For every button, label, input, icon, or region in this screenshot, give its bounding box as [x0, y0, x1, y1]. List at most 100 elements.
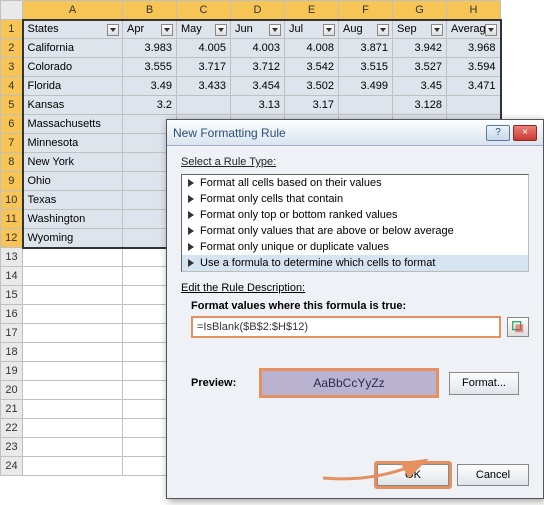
row-header[interactable]: 10 [1, 191, 23, 210]
filter-dropdown-icon[interactable] [377, 24, 389, 36]
col-header[interactable]: F [339, 1, 393, 20]
field-header[interactable]: Apr [123, 20, 177, 39]
rule-type-item[interactable]: Format only top or bottom ranked values [182, 207, 528, 223]
row-header[interactable]: 20 [1, 381, 23, 400]
data-cell[interactable]: 3.433 [177, 77, 231, 96]
data-cell[interactable]: 3.542 [285, 58, 339, 77]
empty-cell[interactable] [23, 438, 123, 457]
help-button[interactable]: ? [486, 125, 510, 141]
data-cell[interactable]: 3.17 [285, 96, 339, 115]
dialog-titlebar[interactable]: New Formatting Rule ? × [167, 120, 543, 146]
row-header[interactable]: 4 [1, 77, 23, 96]
row-header[interactable]: 15 [1, 286, 23, 305]
field-header[interactable]: Sep [393, 20, 447, 39]
empty-cell[interactable] [23, 324, 123, 343]
empty-cell[interactable] [23, 305, 123, 324]
data-cell[interactable]: 3.968 [447, 39, 501, 58]
state-cell[interactable]: California [23, 39, 123, 58]
row-header[interactable]: 14 [1, 267, 23, 286]
row-header[interactable]: 8 [1, 153, 23, 172]
field-header[interactable]: States [23, 20, 123, 39]
col-header[interactable]: H [447, 1, 501, 20]
state-cell[interactable]: Florida [23, 77, 123, 96]
data-cell[interactable]: 3.2 [123, 96, 177, 115]
range-picker-button[interactable] [507, 317, 529, 337]
rule-type-list[interactable]: Format all cells based on their valuesFo… [181, 174, 529, 272]
field-header[interactable]: Jun [231, 20, 285, 39]
row-header[interactable]: 22 [1, 419, 23, 438]
state-cell[interactable]: New York [23, 153, 123, 172]
data-cell[interactable] [339, 96, 393, 115]
filter-dropdown-icon[interactable] [323, 24, 335, 36]
row-header[interactable]: 6 [1, 115, 23, 134]
row-header[interactable]: 18 [1, 343, 23, 362]
row-header[interactable]: 16 [1, 305, 23, 324]
state-cell[interactable]: Wyoming [23, 229, 123, 248]
row-header[interactable]: 9 [1, 172, 23, 191]
col-header[interactable] [1, 1, 23, 20]
row-header[interactable]: 17 [1, 324, 23, 343]
formula-input[interactable] [191, 316, 501, 338]
col-header[interactable]: B [123, 1, 177, 20]
data-cell[interactable]: 3.594 [447, 58, 501, 77]
close-button[interactable]: × [513, 125, 537, 141]
row-header[interactable]: 23 [1, 438, 23, 457]
state-cell[interactable]: Texas [23, 191, 123, 210]
data-cell[interactable]: 3.515 [339, 58, 393, 77]
state-cell[interactable]: Minnesota [23, 134, 123, 153]
field-header[interactable]: Averag [447, 20, 501, 39]
field-header[interactable]: Aug [339, 20, 393, 39]
row-header[interactable]: 5 [1, 96, 23, 115]
empty-cell[interactable] [23, 286, 123, 305]
filter-dropdown-icon[interactable] [485, 24, 497, 36]
data-cell[interactable]: 3.471 [447, 77, 501, 96]
data-cell[interactable]: 3.49 [123, 77, 177, 96]
data-cell[interactable]: 3.712 [231, 58, 285, 77]
empty-cell[interactable] [23, 457, 123, 476]
ok-button[interactable]: OK [377, 464, 449, 486]
field-header[interactable]: Jul [285, 20, 339, 39]
filter-dropdown-icon[interactable] [215, 24, 227, 36]
row-header[interactable]: 19 [1, 362, 23, 381]
data-cell[interactable]: 3.717 [177, 58, 231, 77]
state-cell[interactable]: Massachusetts [23, 115, 123, 134]
row-header[interactable]: 1 [1, 20, 23, 39]
data-cell[interactable]: 3.983 [123, 39, 177, 58]
rule-type-item[interactable]: Format only cells that contain [182, 191, 528, 207]
row-header[interactable]: 24 [1, 457, 23, 476]
data-cell[interactable]: 3.45 [393, 77, 447, 96]
data-cell[interactable]: 3.454 [231, 77, 285, 96]
data-cell[interactable]: 4.005 [177, 39, 231, 58]
row-header[interactable]: 13 [1, 248, 23, 267]
filter-dropdown-icon[interactable] [431, 24, 443, 36]
empty-cell[interactable] [23, 400, 123, 419]
row-header[interactable]: 2 [1, 39, 23, 58]
empty-cell[interactable] [23, 362, 123, 381]
data-cell[interactable]: 3.555 [123, 58, 177, 77]
rule-type-item[interactable]: Format only unique or duplicate values [182, 239, 528, 255]
row-header[interactable]: 7 [1, 134, 23, 153]
row-header[interactable]: 12 [1, 229, 23, 248]
data-cell[interactable]: 4.008 [285, 39, 339, 58]
rule-type-item[interactable]: Format all cells based on their values [182, 175, 528, 191]
empty-cell[interactable] [23, 343, 123, 362]
filter-dropdown-icon[interactable] [161, 24, 173, 36]
row-header[interactable]: 3 [1, 58, 23, 77]
filter-dropdown-icon[interactable] [107, 24, 119, 36]
state-cell[interactable]: Washington [23, 210, 123, 229]
filter-dropdown-icon[interactable] [269, 24, 281, 36]
col-header[interactable]: D [231, 1, 285, 20]
cancel-button[interactable]: Cancel [457, 464, 529, 486]
field-header[interactable]: May [177, 20, 231, 39]
data-cell[interactable]: 4.003 [231, 39, 285, 58]
empty-cell[interactable] [23, 381, 123, 400]
data-cell[interactable]: 3.871 [339, 39, 393, 58]
data-cell[interactable] [447, 96, 501, 115]
format-button[interactable]: Format... [449, 372, 519, 395]
data-cell[interactable]: 3.502 [285, 77, 339, 96]
data-cell[interactable]: 3.128 [393, 96, 447, 115]
rule-type-item[interactable]: Format only values that are above or bel… [182, 223, 528, 239]
data-cell[interactable]: 3.13 [231, 96, 285, 115]
rule-type-item[interactable]: Use a formula to determine which cells t… [182, 255, 528, 271]
col-header[interactable]: A [23, 1, 123, 20]
